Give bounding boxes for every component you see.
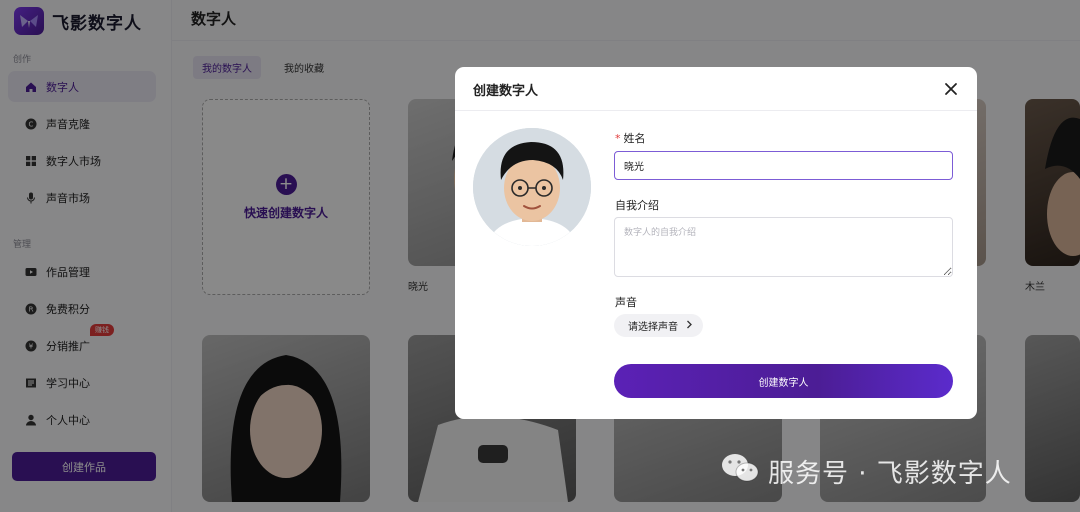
name-label-text: 姓名 xyxy=(623,132,646,145)
wechat-icon xyxy=(720,452,760,491)
create-digital-human-button[interactable]: 创建数字人 xyxy=(614,364,953,398)
watermark: 服务号 · 飞影数字人 xyxy=(720,452,1012,491)
name-input[interactable] xyxy=(614,151,953,180)
voice-label: 声音 xyxy=(615,296,637,309)
avatar[interactable] xyxy=(473,128,591,246)
close-icon[interactable] xyxy=(943,81,959,97)
name-label: * 姓名 xyxy=(615,130,646,146)
chevron-right-icon xyxy=(686,320,693,332)
watermark-text: 服务号 · 飞影数字人 xyxy=(768,459,1012,489)
intro-textarea[interactable] xyxy=(614,217,953,277)
required-mark: * xyxy=(615,132,621,145)
avatar-image xyxy=(473,128,591,246)
intro-label: 自我介绍 xyxy=(615,199,659,212)
dialog-title: 创建数字人 xyxy=(473,84,539,99)
select-voice-button[interactable]: 请选择声音 xyxy=(614,314,703,337)
create-digital-human-dialog: 创建数字人 *姓名 自我介绍 声音 请选择声音 创建数字人 xyxy=(455,67,977,419)
select-voice-label: 请选择声音 xyxy=(628,322,678,333)
dialog-divider xyxy=(455,110,977,111)
